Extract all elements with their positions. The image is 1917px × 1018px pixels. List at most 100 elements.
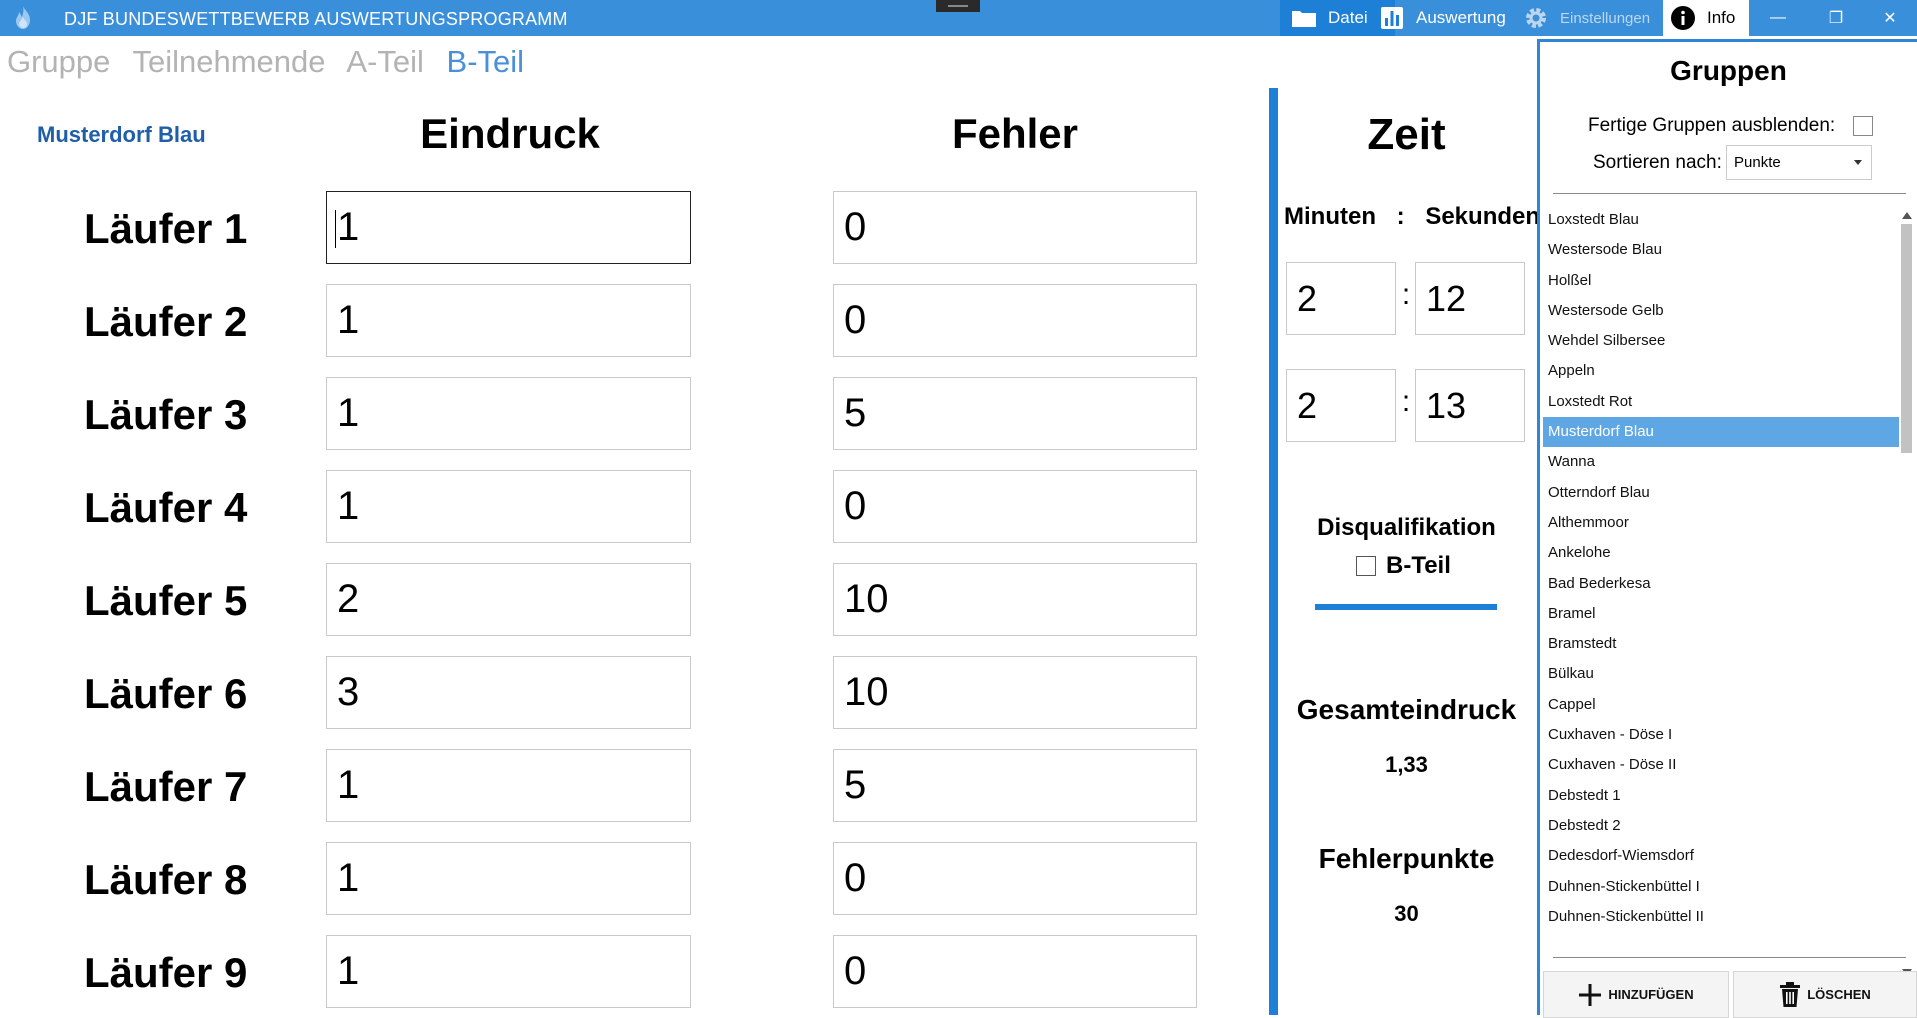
gruppen-panel: Gruppen Fertige Gruppen ausblenden: Sort… (1537, 39, 1917, 1018)
fehler-input[interactable]: 5 (833, 749, 1197, 822)
gesamteindruck-label: Gesamteindruck (1296, 694, 1517, 725)
eindruck-input[interactable]: 1 (326, 284, 691, 357)
gruppen-title: Gruppen (1670, 55, 1787, 86)
menu-auswertung[interactable]: Auswertung (1378, 0, 1520, 36)
time2-minutes-input[interactable]: 2 (1286, 369, 1396, 442)
list-item[interactable]: Loxstedt Blau (1543, 205, 1899, 235)
eindruck-input[interactable]: 2 (326, 563, 691, 636)
fehler-input[interactable]: 0 (833, 470, 1197, 543)
time-separator: : (1396, 203, 1405, 230)
list-item[interactable]: Cuxhaven - Döse II (1543, 750, 1899, 780)
fehlerpunkte-label: Fehlerpunkte (1318, 843, 1495, 874)
runner-label: Läufer 1 (84, 205, 248, 252)
tab-a-teil[interactable]: A-Teil (346, 44, 424, 79)
fehler-input[interactable]: 0 (833, 191, 1197, 264)
divider (1553, 957, 1906, 958)
list-item[interactable]: Wanna (1543, 447, 1899, 477)
eindruck-input[interactable]: 1 (326, 749, 691, 822)
list-item[interactable]: Cuxhaven - Döse I (1543, 720, 1899, 750)
eindruck-input[interactable]: 1 (326, 377, 691, 450)
hide-finished-checkbox[interactable] (1853, 116, 1874, 136)
app-title: DJF BUNDESWETTBEWERB AUSWERTUNGSPROGRAMM (64, 9, 568, 29)
eindruck-input[interactable]: 1 (326, 191, 691, 264)
chevron-down-icon (1854, 160, 1862, 165)
list-item[interactable]: Dedesdorf-Wiemsdorf (1543, 841, 1899, 871)
fehler-input[interactable]: 0 (833, 935, 1197, 1008)
eindruck-input[interactable]: 1 (326, 842, 691, 915)
menu-info[interactable]: Info (1663, 0, 1749, 36)
sort-label: Sortieren nach: (1593, 152, 1722, 173)
eindruck-header: Eindruck (420, 110, 600, 157)
list-item[interactable]: Bad Bederkesa (1543, 569, 1899, 599)
eindruck-input[interactable]: 1 (326, 935, 691, 1008)
sort-select[interactable]: Punkte (1726, 145, 1872, 180)
menu-einstellungen[interactable]: Einstellungen (1522, 0, 1662, 36)
scroll-thumb[interactable] (1901, 224, 1912, 453)
group-list-scrollbar[interactable] (1899, 212, 1914, 982)
menu-auswertung-label: Auswertung (1416, 8, 1506, 27)
disqualifikation-checkbox-row[interactable]: B-Teil (1356, 552, 1451, 580)
seconds-label: Sekunden (1425, 203, 1541, 230)
list-item[interactable]: Debstedt 1 (1543, 781, 1899, 811)
runner-label: Läufer 3 (84, 391, 248, 438)
tab-teilnehmende[interactable]: Teilnehmende (132, 44, 325, 79)
list-item[interactable]: Bramstedt (1543, 629, 1899, 659)
time-unit-labels: Minuten : Sekunden (1284, 203, 1540, 231)
minimize-button[interactable]: — (1750, 0, 1806, 36)
fehler-input[interactable]: 5 (833, 377, 1197, 450)
list-item[interactable]: Otterndorf Blau (1543, 478, 1899, 508)
folder-icon (1290, 4, 1318, 32)
disqualifikation-checkbox-label: B-Teil (1386, 552, 1451, 579)
section-divider (1269, 88, 1278, 1015)
tab-b-teil[interactable]: B-Teil (447, 44, 525, 79)
eindruck-input[interactable]: 3 (326, 656, 691, 729)
group-name: Musterdorf Blau (37, 122, 206, 147)
add-group-button[interactable]: HINZUFÜGEN (1543, 971, 1729, 1018)
list-item[interactable]: Wehdel Silbersee (1543, 326, 1899, 356)
disqualifikation-title: Disqualifikation (1317, 514, 1496, 541)
time1-seconds-input[interactable]: 12 (1415, 262, 1525, 335)
list-item[interactable]: Bülkau (1543, 659, 1899, 689)
divider (1553, 193, 1906, 194)
list-item[interactable]: Westersode Blau (1543, 235, 1899, 265)
scroll-up-icon[interactable] (1902, 212, 1912, 219)
list-item[interactable]: Althemmoor (1543, 508, 1899, 538)
list-item[interactable]: Debstedt 2 (1543, 811, 1899, 841)
list-item[interactable]: Holßel (1543, 266, 1899, 296)
runner-label: Läufer 2 (84, 298, 248, 345)
time2-seconds-input[interactable]: 13 (1415, 369, 1525, 442)
list-item[interactable]: Loxstedt Rot (1543, 387, 1899, 417)
section-separator-bar (1315, 604, 1497, 610)
fehlerpunkte-value: 30 (1394, 901, 1419, 926)
fehler-input[interactable]: 0 (833, 284, 1197, 357)
list-item[interactable]: Ankelohe (1543, 538, 1899, 568)
eindruck-input[interactable]: 1 (326, 470, 691, 543)
list-item[interactable]: Appeln (1543, 356, 1899, 386)
menu-datei-label: Datei (1328, 8, 1368, 27)
maximize-button[interactable]: ❐ (1808, 0, 1864, 36)
runner-label: Läufer 4 (84, 484, 248, 531)
hide-finished-row[interactable]: Fertige Gruppen ausblenden: (1588, 115, 1874, 137)
disqualifikation-checkbox[interactable] (1356, 556, 1376, 576)
list-item[interactable]: Cappel (1543, 690, 1899, 720)
gesamteindruck-value: 1,33 (1385, 752, 1428, 777)
group-list: Loxstedt Blau Westersode Blau Holßel Wes… (1543, 205, 1899, 975)
close-button[interactable]: ✕ (1862, 0, 1917, 36)
drag-handle[interactable] (936, 0, 980, 12)
tab-gruppe[interactable]: Gruppe (7, 44, 110, 79)
fehler-header: Fehler (951, 110, 1079, 157)
fehler-input[interactable]: 10 (833, 563, 1197, 636)
list-item[interactable]: Bramel (1543, 599, 1899, 629)
delete-group-label: LÖSCHEN (1807, 987, 1871, 1002)
time1-minutes-input[interactable]: 2 (1286, 262, 1396, 335)
runner-label: Läufer 8 (84, 856, 248, 903)
list-item[interactable]: Duhnen-Stickenbüttel I (1543, 872, 1899, 902)
list-item[interactable]: Duhnen-Stickenbüttel II (1543, 902, 1899, 932)
delete-group-button[interactable]: LÖSCHEN (1733, 971, 1917, 1018)
fehler-input[interactable]: 10 (833, 656, 1197, 729)
list-item-selected[interactable]: Musterdorf Blau (1543, 417, 1899, 448)
fehler-input[interactable]: 0 (833, 842, 1197, 915)
runner-label: Läufer 5 (84, 577, 248, 624)
list-item[interactable]: Westersode Gelb (1543, 296, 1899, 326)
runner-label: Läufer 7 (84, 763, 248, 810)
